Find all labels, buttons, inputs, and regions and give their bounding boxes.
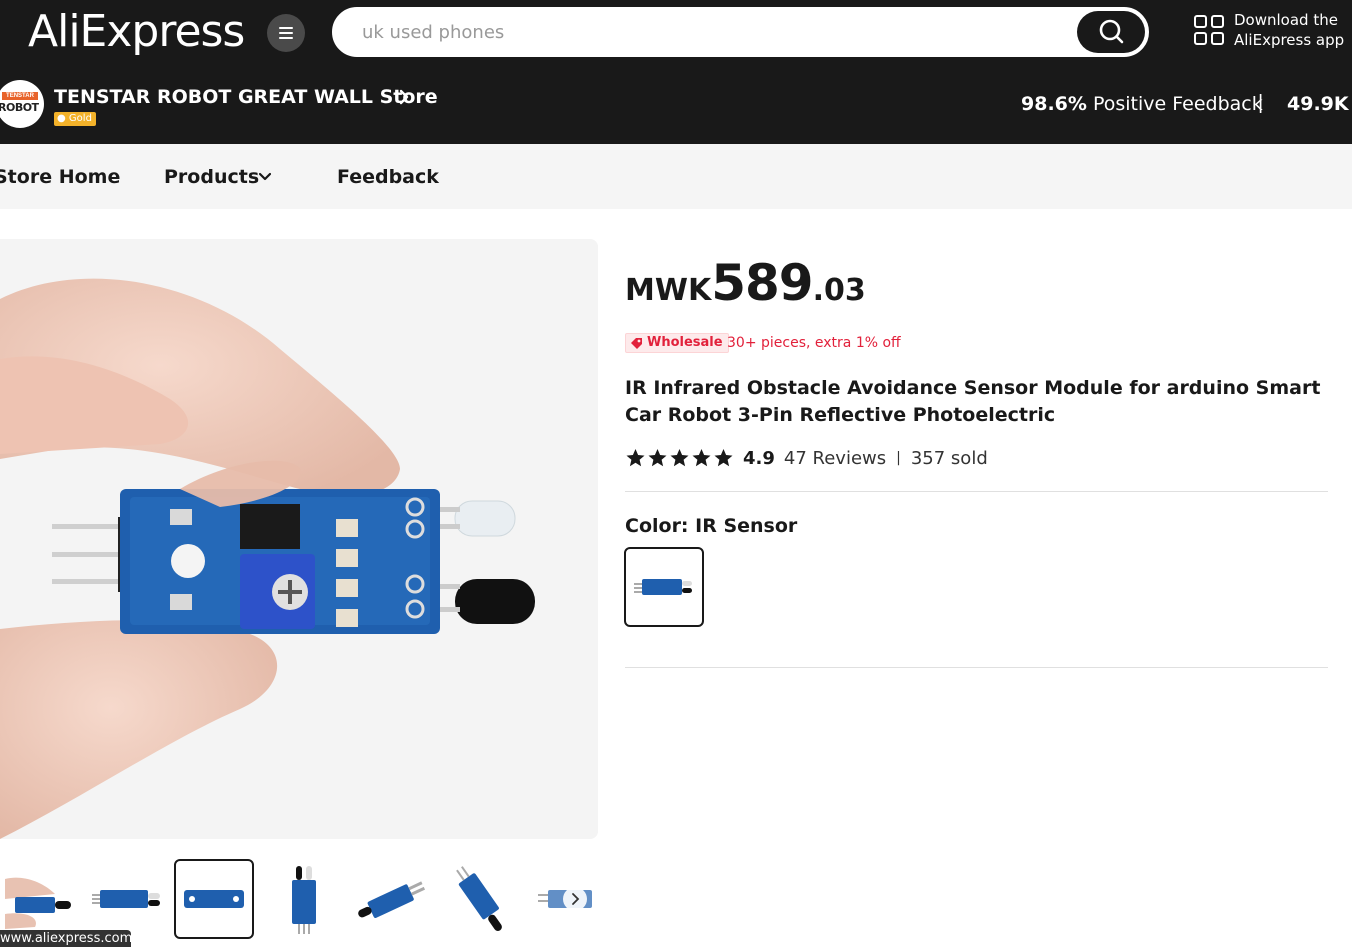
divider	[625, 667, 1328, 668]
positive-feedback-stat: 98.6% Positive Feedback	[1021, 93, 1263, 115]
thumbnail-image	[358, 881, 426, 918]
product-photo	[0, 239, 598, 839]
nav-feedback[interactable]: Feedback	[337, 166, 439, 188]
thumbnail-5[interactable]	[353, 859, 433, 939]
rating-row: 4.9 47 Reviews | 357 sold	[625, 446, 988, 470]
search-input[interactable]	[362, 17, 1062, 47]
star-icon	[714, 449, 733, 467]
star-icon	[670, 449, 689, 467]
product-main-image[interactable]	[0, 239, 598, 839]
thumbnail-image	[92, 890, 160, 908]
divider	[625, 491, 1328, 492]
product-price: MWK589.03	[625, 254, 866, 312]
price-integer: 589	[711, 254, 813, 312]
thumbnail-2[interactable]	[87, 859, 167, 939]
aliexpress-logo[interactable]: AliExpress	[28, 6, 245, 57]
store-name-link[interactable]: TENSTAR ROBOT GREAT WALL Store	[54, 86, 438, 108]
price-currency: MWK	[625, 273, 712, 308]
followers-stat: 49.9K Fo	[1287, 93, 1352, 115]
color-option-ir-sensor[interactable]	[624, 547, 704, 627]
hamburger-icon	[279, 27, 293, 39]
thumbnail-image	[5, 877, 71, 929]
thumbnail-3[interactable]	[174, 859, 254, 939]
product-title: IR Infrared Obstacle Avoidance Sensor Mo…	[625, 377, 1321, 426]
store-logo[interactable]: TENSTAR ROBOT	[0, 80, 44, 128]
wholesale-offer-text: 30+ pieces, extra 1% off	[727, 335, 901, 351]
star-icon	[692, 449, 711, 467]
star-rating	[625, 448, 734, 468]
thumbnail-image	[292, 866, 316, 934]
top-header: AliExpress Download the AliExpress app T…	[0, 0, 1352, 144]
wholesale-badge-label: Wholesale	[647, 335, 723, 350]
chevron-right-icon	[572, 893, 580, 905]
feedback-percent: 98.6%	[1021, 93, 1087, 115]
status-bar-url: www.aliexpress.com	[0, 930, 131, 947]
thumbnail-1[interactable]	[0, 859, 80, 939]
thumbnail-image	[184, 890, 244, 908]
download-app-link[interactable]: Download the AliExpress app	[1234, 10, 1344, 50]
gold-badge-label: Gold	[68, 113, 92, 124]
nav-store-home[interactable]: Store Home	[0, 166, 120, 188]
thumbnail-strip	[0, 859, 598, 939]
color-label: Color: IR Sensor	[625, 515, 798, 537]
menu-button[interactable]	[267, 14, 305, 52]
rating-separator: |	[896, 450, 901, 466]
qr-code-icon[interactable]	[1193, 14, 1225, 46]
star-icon	[648, 449, 667, 467]
gold-badge: ● Gold	[54, 112, 96, 126]
sold-count: 357 sold	[910, 447, 988, 469]
thumbnail-4[interactable]	[264, 859, 344, 939]
header-separator: |	[1258, 92, 1264, 114]
store-logo-top-text: TENSTAR	[2, 92, 38, 100]
search-button[interactable]	[1077, 11, 1145, 53]
star-icon	[626, 449, 645, 467]
nav-products[interactable]: Products	[164, 166, 271, 188]
store-nav: Store Home Products Feedback	[0, 144, 1352, 209]
search-icon	[1099, 19, 1124, 44]
download-line-2: AliExpress app	[1234, 31, 1345, 49]
feedback-label: Positive Feedback	[1092, 93, 1263, 115]
reviews-link[interactable]: 47 Reviews	[784, 448, 886, 469]
chevron-right-icon[interactable]	[397, 88, 411, 106]
price-decimal: .03	[812, 273, 866, 308]
thumbnail-6[interactable]	[442, 859, 522, 939]
chevron-down-icon	[259, 172, 271, 181]
thumbnail-next-button[interactable]	[563, 887, 587, 911]
rating-value: 4.9	[743, 447, 775, 469]
tag-icon	[631, 337, 642, 349]
search-bar	[332, 7, 1149, 57]
medal-icon: ●	[57, 113, 66, 124]
store-logo-bottom-text: ROBOT	[0, 101, 39, 114]
nav-products-label: Products	[164, 166, 260, 188]
thumbnail-image	[456, 866, 502, 931]
swatch-image	[634, 579, 692, 595]
download-line-1: Download the	[1234, 11, 1338, 29]
wholesale-badge: Wholesale	[625, 333, 729, 353]
